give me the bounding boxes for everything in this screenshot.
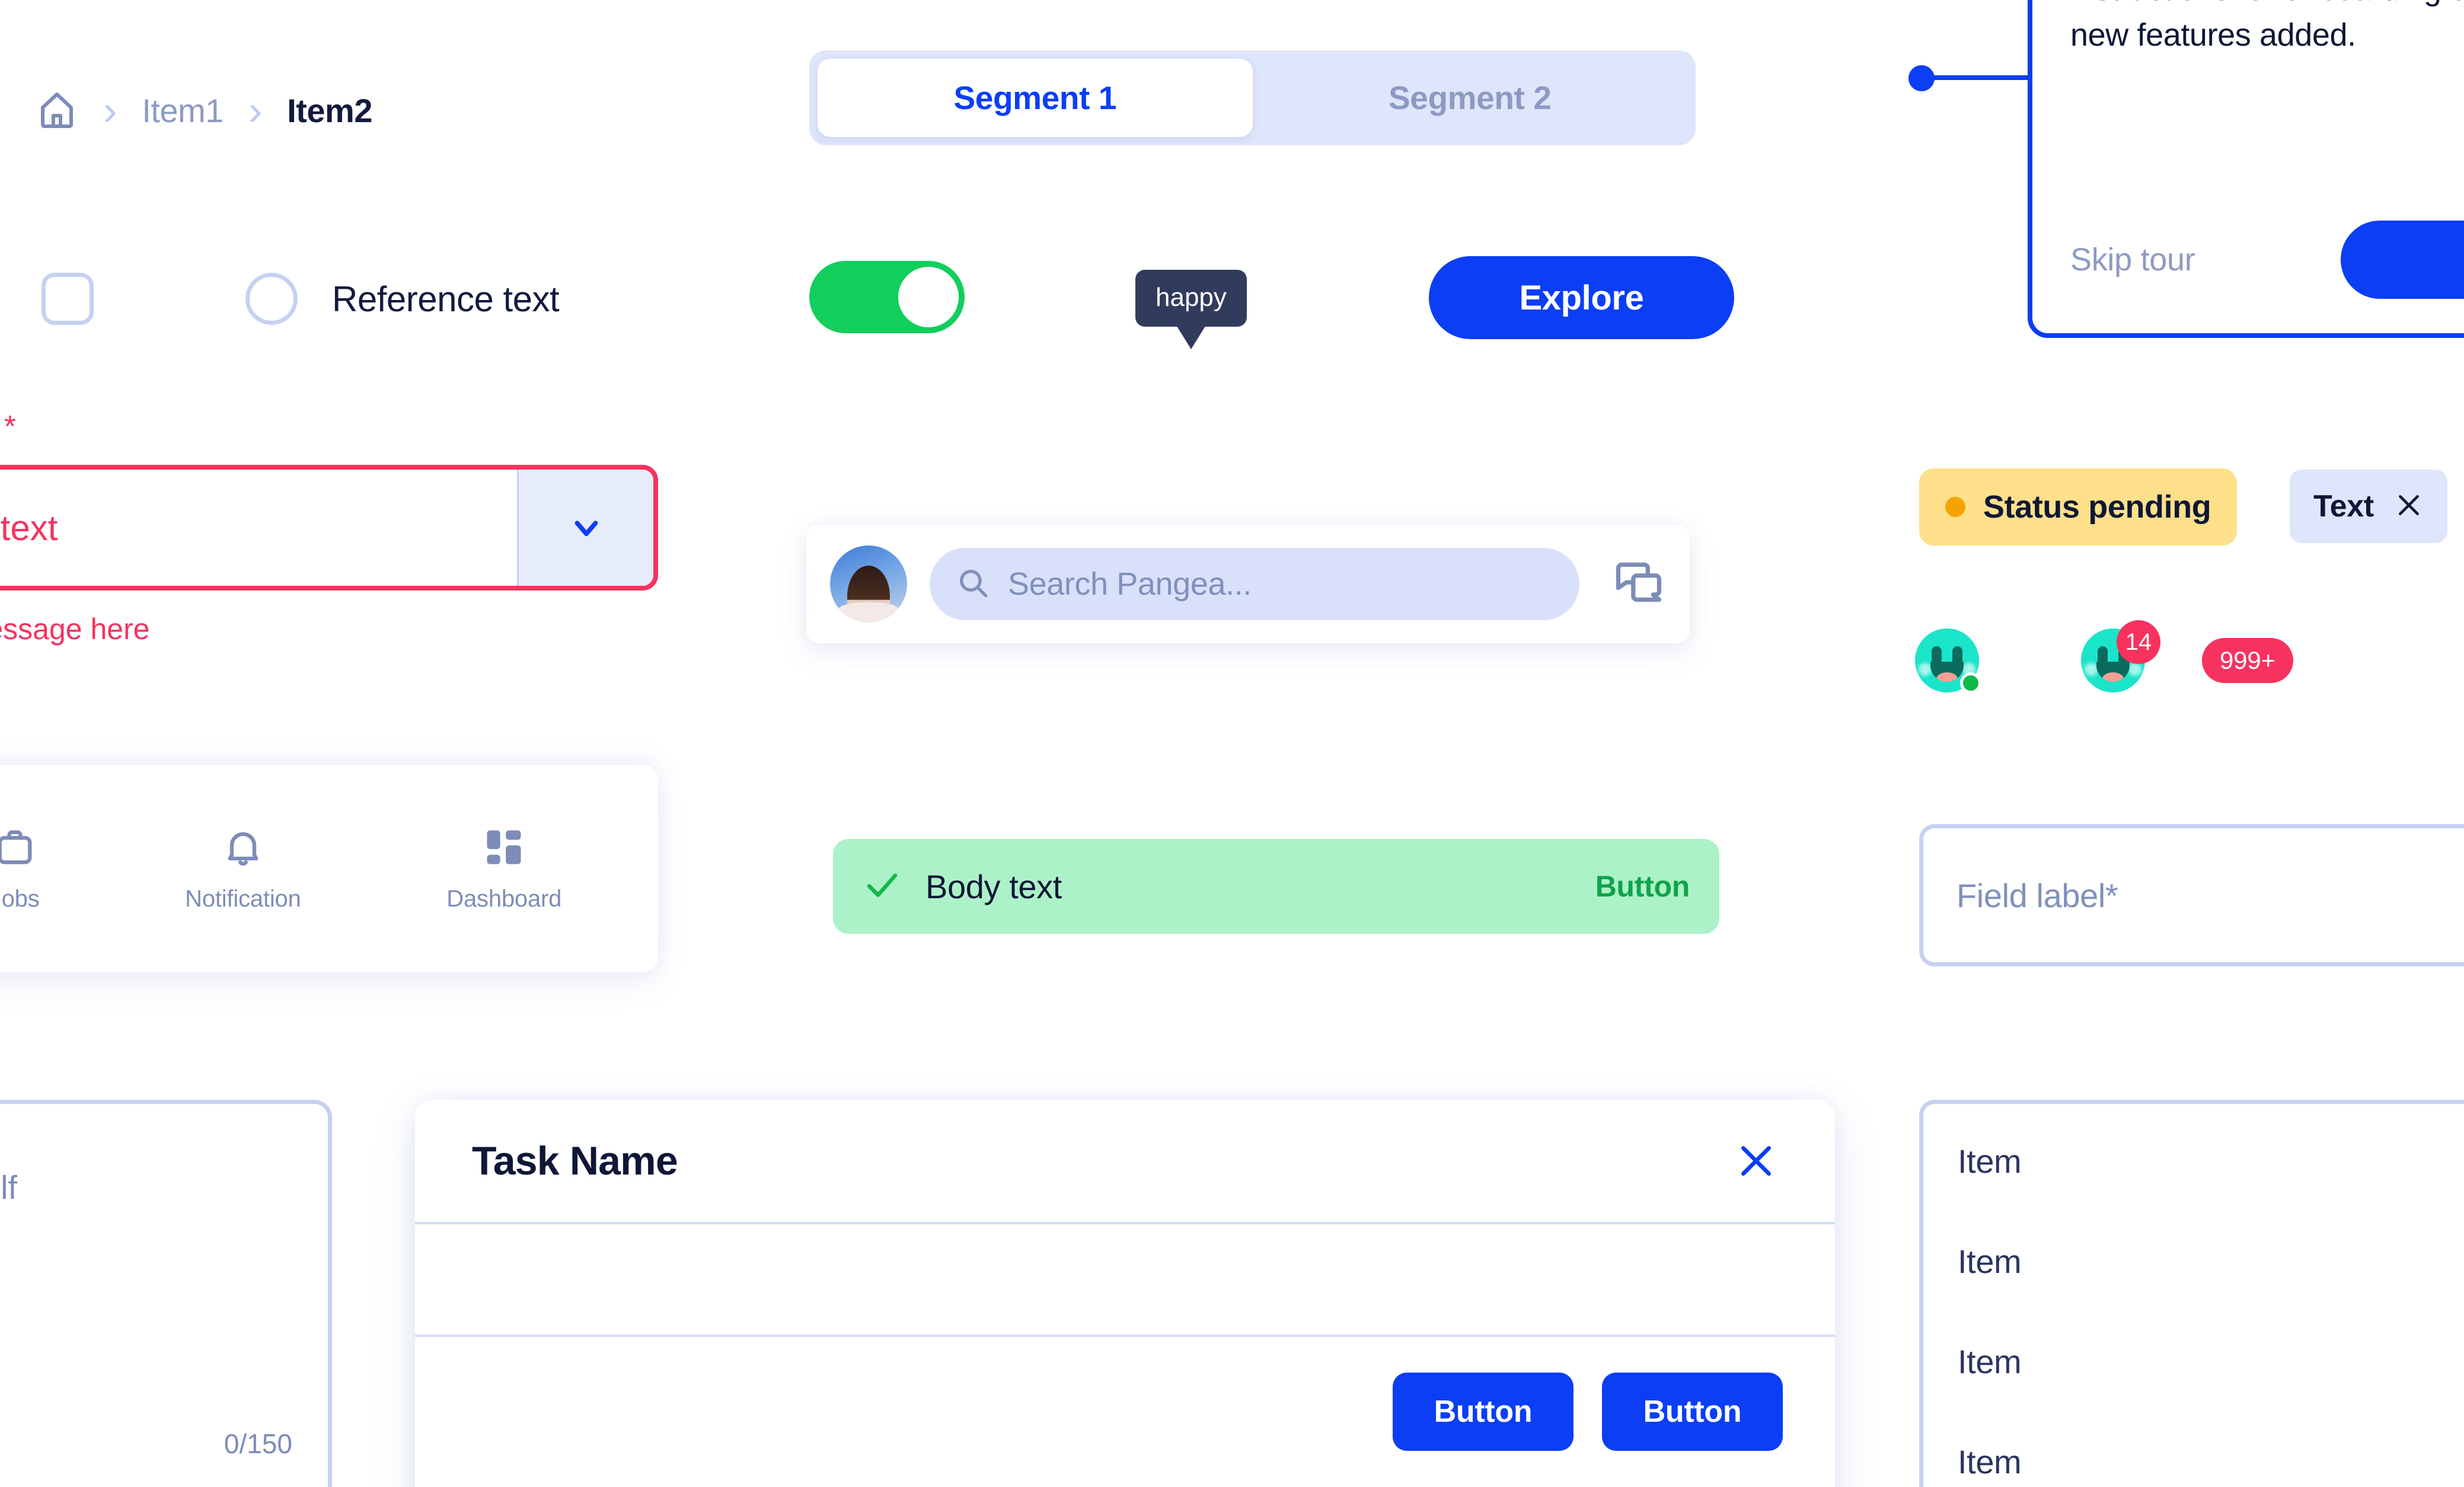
select-value: ut text: [0, 508, 58, 548]
error-message: o message here: [0, 612, 150, 646]
search-icon: [956, 566, 990, 603]
tab-segment-2[interactable]: Segment 2: [1253, 59, 1688, 137]
search-input[interactable]: Search Pangea...: [930, 548, 1579, 620]
close-icon[interactable]: [1734, 1139, 1778, 1183]
search-bar: Search Pangea...: [806, 525, 1690, 643]
tab-segment-1[interactable]: Segment 1: [818, 59, 1253, 137]
search-placeholder: Search Pangea...: [1008, 566, 1252, 602]
skip-tour-button[interactable]: Skip tour: [2070, 241, 2195, 278]
tour-description: instructions for onboarding or new featu…: [2070, 0, 2464, 53]
emoji-cheek-right: [2128, 663, 2141, 676]
dashboard-grid-icon: [481, 825, 526, 873]
tour-next-button[interactable]: [2341, 221, 2464, 299]
checkbox[interactable]: [42, 273, 94, 325]
status-dot-icon: [1945, 497, 1965, 517]
tour-footer: Skip tour: [2070, 221, 2464, 299]
chevron-down-icon[interactable]: [517, 470, 653, 586]
modal-header: Task Name: [415, 1100, 1835, 1224]
emoji-mouth: [2096, 662, 2130, 682]
nav-item-notification[interactable]: Notification: [185, 825, 301, 912]
briefcase-icon: [0, 825, 37, 873]
tooltip-text: happy: [1135, 270, 1247, 327]
status-badge-label: Status pending: [1983, 489, 2211, 525]
toggle-knob: [898, 267, 959, 327]
bell-icon: [221, 825, 266, 873]
list-item[interactable]: Item: [1958, 1142, 2464, 1180]
tooltip: happy: [1135, 270, 1247, 349]
character-counter: 0/150: [224, 1428, 292, 1459]
task-modal: Task Name Button Button: [415, 1100, 1835, 1487]
alert-body-text: Body text: [925, 867, 1062, 905]
text-chip[interactable]: Text: [2290, 470, 2447, 543]
field-label: abel *: [0, 410, 16, 444]
status-badge: Status pending: [1919, 468, 2238, 545]
modal-button-secondary[interactable]: Button: [1393, 1373, 1573, 1451]
success-alert: Body text Button: [833, 839, 1719, 934]
breadcrumb-separator: ›: [103, 87, 117, 133]
radio-button[interactable]: [245, 273, 298, 325]
textarea-placeholder: yourself: [0, 1169, 18, 1206]
alert-action-button[interactable]: Button: [1595, 869, 1690, 904]
avatar-with-badge[interactable]: 14: [2081, 620, 2160, 693]
nav-label-notification: Notification: [185, 886, 301, 912]
emoji-mouth: [1930, 662, 1964, 682]
toggle-switch[interactable]: [809, 261, 965, 333]
breadcrumb-item-1[interactable]: Item1: [142, 91, 224, 130]
segmented-control: Segment 1 Segment 2: [809, 50, 1696, 145]
reference-text-label: Reference text: [332, 279, 560, 319]
modal-title: Task Name: [472, 1138, 678, 1183]
nav-label-jobs: Jobs: [0, 886, 40, 912]
ui-canvas: › Item1 › Item2 Reference text abel * ut…: [0, 0, 2464, 1487]
list-item[interactable]: Item: [1958, 1342, 2464, 1381]
close-icon[interactable]: [2394, 490, 2424, 523]
textarea-field[interactable]: yourself 0/150: [0, 1100, 332, 1487]
user-avatar[interactable]: [830, 545, 907, 623]
presence-indicator: [1960, 672, 1981, 694]
overflow-count-pill: 999+: [2202, 638, 2293, 683]
emoji-tongue: [2102, 672, 2124, 682]
tour-connector-line: [1923, 75, 2032, 80]
item-list: Item Item Item Item: [1919, 1100, 2464, 1487]
emoji-cheek-left: [2085, 663, 2098, 676]
emoji-cheek-left: [1919, 663, 1932, 676]
tooltip-arrow: [1175, 324, 1207, 349]
avatar-with-presence[interactable]: [1915, 628, 1981, 694]
breadcrumb: › Item1 › Item2: [36, 89, 372, 132]
emoji-tongue: [1936, 672, 1958, 682]
home-icon[interactable]: [36, 89, 78, 132]
nav-item-jobs[interactable]: Jobs: [0, 825, 40, 912]
error-select-field: abel * ut text o message here: [0, 409, 658, 646]
modal-button-primary[interactable]: Button: [1602, 1373, 1783, 1451]
list-item[interactable]: Item: [1958, 1242, 2464, 1281]
field-label-input[interactable]: Field label*: [1919, 824, 2464, 966]
list-item[interactable]: Item: [1958, 1443, 2464, 1481]
modal-body: [415, 1224, 1835, 1337]
breadcrumb-item-2[interactable]: Item2: [287, 91, 372, 130]
modal-footer: Button Button: [415, 1337, 1835, 1451]
select-input[interactable]: ut text: [0, 465, 658, 591]
avatar-group: 14 999+: [1915, 620, 2293, 694]
chip-label: Text: [2313, 489, 2374, 524]
selection-controls-row: Reference text: [42, 273, 560, 325]
tour-coach-card: instructions for onboarding or new featu…: [2028, 0, 2464, 338]
field-label-placeholder: Field label*: [1956, 876, 2118, 914]
breadcrumb-separator: ›: [248, 87, 263, 133]
chat-bubbles-icon[interactable]: [1602, 556, 1666, 613]
check-icon: [863, 866, 902, 908]
bottom-navigation: Jobs Notification Dashboard: [0, 765, 658, 972]
explore-button[interactable]: Explore: [1429, 256, 1734, 339]
nav-item-dashboard[interactable]: Dashboard: [446, 825, 561, 912]
nav-label-dashboard: Dashboard: [446, 886, 562, 912]
notification-count-badge: 14: [2117, 620, 2160, 664]
